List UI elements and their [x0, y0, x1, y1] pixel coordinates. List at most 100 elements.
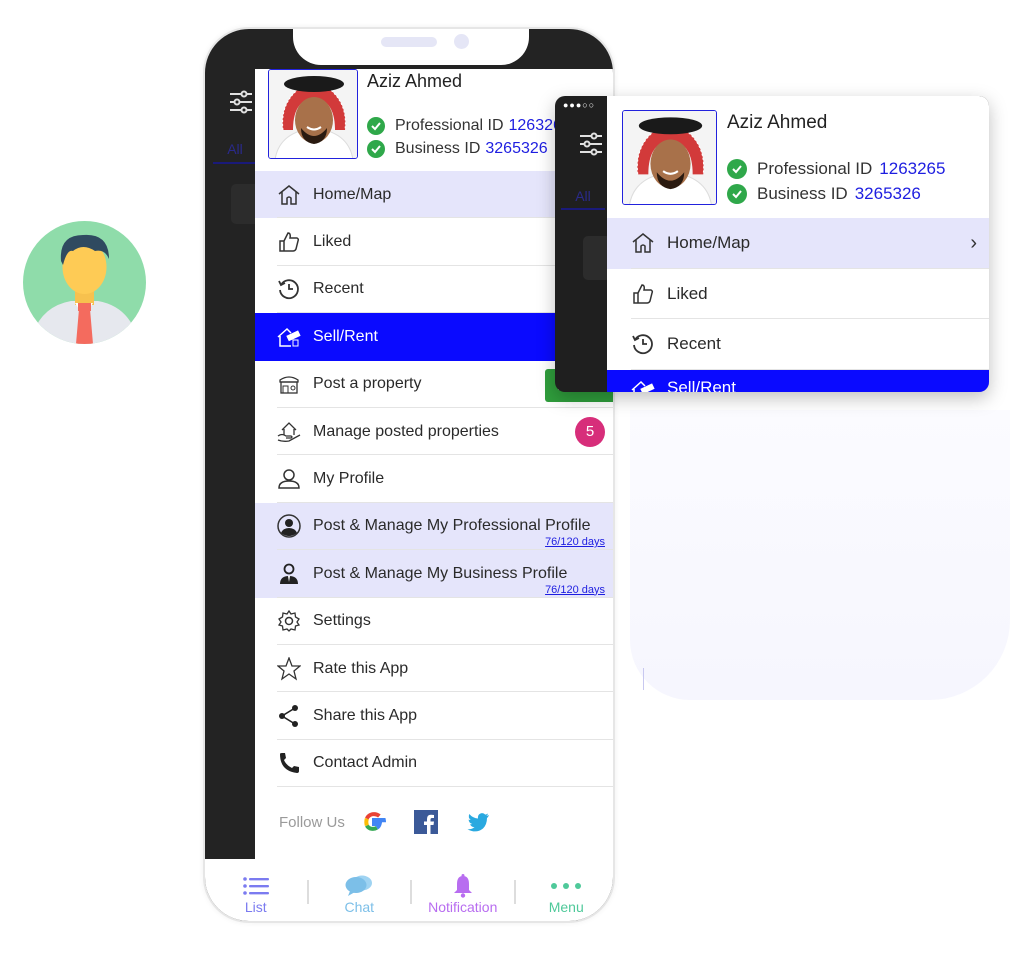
zoomed-drawer: Aziz Ahmed Professional ID 1263265 Busin… — [607, 96, 989, 392]
google-icon[interactable] — [361, 809, 387, 835]
professional-id-label: Professional ID — [395, 117, 504, 134]
filter-icon[interactable] — [579, 130, 603, 163]
tab-all[interactable]: All — [213, 141, 257, 164]
business-id-row: Business ID 3265326 — [727, 184, 921, 204]
professional-id-value: 1263265 — [879, 159, 946, 178]
nav-menu-label: Menu — [548, 899, 584, 915]
menu-item-label: Manage posted properties — [313, 422, 499, 440]
zoom-callout: ●●●○○ All Aziz Ahmed Professional ID 126… — [555, 96, 989, 392]
bell-icon — [452, 873, 474, 899]
user-name: Aziz Ahmed — [367, 71, 463, 91]
follow-us-row: Follow Us — [255, 787, 613, 857]
history-icon — [631, 332, 655, 356]
verified-check-icon — [727, 159, 747, 179]
thumbs-up-icon — [277, 230, 301, 254]
menu-item-rate-app[interactable]: Rate this App — [255, 645, 613, 693]
business-id-label: Business ID — [757, 184, 848, 203]
share-icon — [277, 704, 301, 728]
menu-item-label: Sell/Rent — [667, 377, 736, 393]
sell-house-icon — [631, 378, 655, 392]
menu-item-share-app[interactable]: Share this App — [255, 692, 613, 741]
home-icon — [631, 231, 655, 255]
menu-item-recent[interactable]: Recent — [607, 319, 989, 370]
thumbs-up-icon — [631, 282, 655, 306]
nav-list-label: List — [244, 899, 267, 915]
menu-item-label: Liked — [313, 233, 352, 251]
home-icon — [277, 183, 301, 207]
chat-icon — [345, 873, 373, 899]
follow-us-label: Follow Us — [279, 813, 345, 831]
menu-item-liked[interactable]: Liked — [607, 269, 989, 320]
chevron-right-icon: › — [970, 231, 977, 254]
business-user-icon — [277, 562, 301, 586]
more-dots-icon — [550, 873, 582, 899]
verified-check-icon — [727, 184, 747, 204]
profile-photo[interactable] — [268, 69, 358, 159]
menu-item-sell-rent[interactable]: Sell/Rent — [607, 369, 989, 393]
background-line — [643, 668, 644, 690]
list-icon — [242, 873, 269, 899]
menu-item-label: Post & Manage My Business Profile — [313, 564, 568, 582]
profile-photo[interactable] — [622, 110, 717, 205]
menu-item-label: Rate this App — [313, 659, 409, 677]
facebook-icon[interactable] — [413, 809, 439, 835]
user-name: Aziz Ahmed — [727, 112, 828, 133]
phone-frame: All Aziz Ahmed Professional ID 1263265 B… — [203, 27, 615, 923]
menu-item-label: Post & Manage My Professional Profile — [313, 517, 591, 535]
menu-item-business-profile[interactable]: Post & Manage My Business Profile 76/120… — [255, 550, 613, 598]
profile-header: Aziz Ahmed Professional ID 1263265 Busin… — [607, 96, 989, 218]
business-id-label: Business ID — [395, 140, 481, 157]
hand-house-icon — [277, 420, 301, 444]
verified-check-icon — [367, 140, 385, 158]
menu-item-label: Recent — [313, 280, 364, 298]
background-decoration — [630, 410, 1010, 700]
bottom-navigation: List Chat Notification Menu — [205, 859, 614, 921]
menu-item-label: Settings — [313, 612, 371, 630]
days-remaining-link[interactable]: 76/120 days — [545, 536, 605, 548]
filter-icon[interactable] — [229, 89, 253, 121]
menu-item-label: Liked — [667, 283, 708, 303]
sell-house-icon — [277, 325, 301, 349]
nav-chat-label: Chat — [344, 899, 375, 915]
nav-notification[interactable]: Notification — [412, 869, 514, 915]
menu-item-settings[interactable]: Settings — [255, 598, 613, 646]
nav-list[interactable]: List — [205, 869, 307, 915]
user-avatar-illustration — [33, 234, 136, 344]
menu-item-label: Home/Map — [667, 233, 751, 253]
nav-menu[interactable]: Menu — [516, 869, 614, 915]
professional-id-label: Professional ID — [757, 159, 873, 178]
menu-item-label: Post a property — [313, 375, 422, 393]
avatar — [23, 221, 146, 344]
nav-notification-label: Notification — [428, 899, 498, 915]
menu-item-manage-properties[interactable]: Manage posted properties 5 — [255, 408, 613, 456]
verified-check-icon — [367, 117, 385, 135]
storefront-icon — [277, 372, 301, 396]
menu-item-my-profile[interactable]: My Profile — [255, 455, 613, 504]
menu-item-professional-profile[interactable]: Post & Manage My Professional Profile 76… — [255, 502, 613, 551]
speaker — [381, 37, 437, 47]
phone-icon — [277, 751, 301, 775]
business-id-value: 3265326 — [854, 184, 921, 203]
menu-item-label: Sell/Rent — [313, 327, 378, 345]
menu-item-contact-admin[interactable]: Contact Admin — [255, 740, 613, 788]
nav-chat[interactable]: Chat — [309, 869, 411, 915]
tab-all[interactable]: All — [561, 188, 605, 210]
count-badge: 5 — [575, 416, 605, 447]
status-dots: ●●●○○ — [563, 100, 596, 110]
professional-id-row: Professional ID 1263265 — [367, 117, 571, 135]
professional-id-row: Professional ID 1263265 — [727, 159, 945, 179]
menu-item-label: Share this App — [313, 706, 418, 724]
star-icon — [277, 656, 301, 681]
menu-item-label: Contact Admin — [313, 754, 418, 772]
days-remaining-link[interactable]: 76/120 days — [545, 584, 605, 596]
gear-icon — [277, 609, 301, 633]
menu-item-label: Recent — [667, 334, 721, 354]
user-icon — [277, 467, 301, 491]
history-icon — [277, 277, 301, 301]
twitter-icon[interactable] — [465, 809, 491, 835]
camera — [454, 34, 469, 49]
menu-item-home-map[interactable]: Home/Map › — [607, 218, 989, 269]
business-id-value: 3265326 — [485, 140, 548, 157]
business-id-row: Business ID 3265326 — [367, 140, 548, 158]
professional-user-icon — [277, 514, 301, 539]
